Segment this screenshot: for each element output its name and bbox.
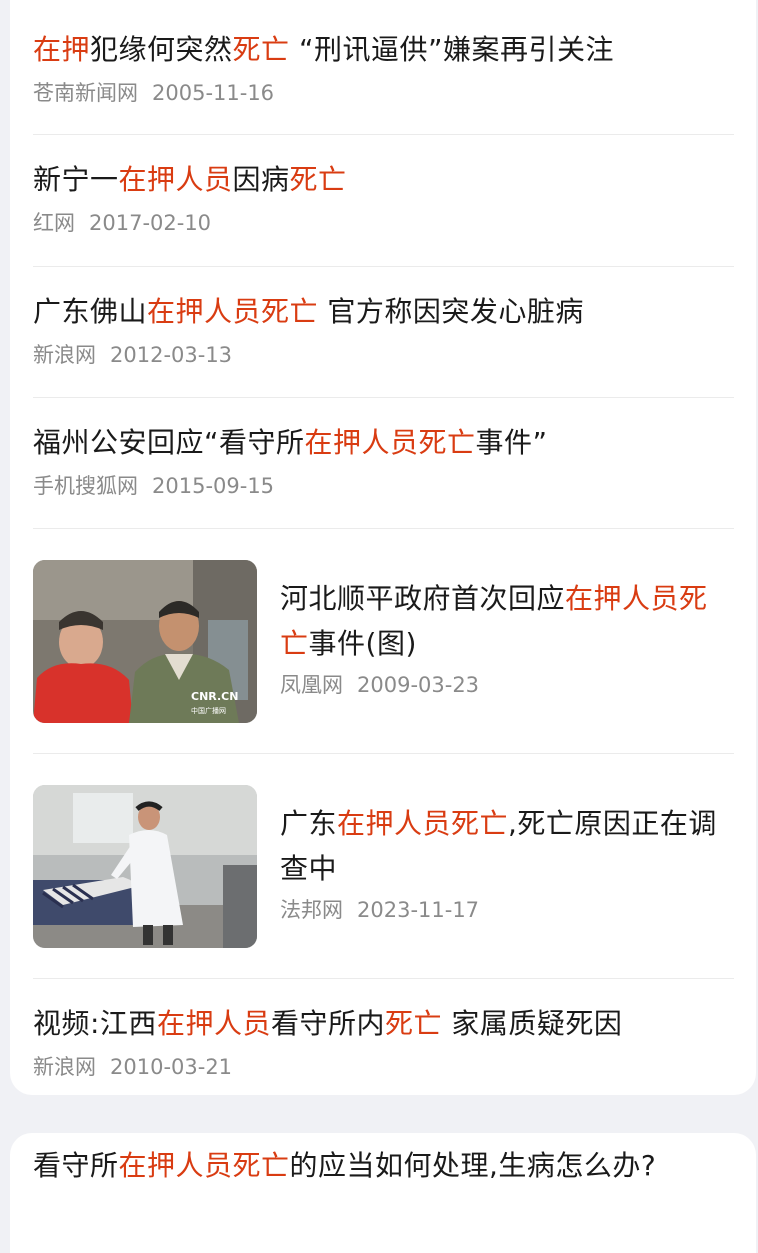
news-date: 2005-11-16 — [152, 81, 275, 105]
title-keyword-highlight: 死亡 — [289, 163, 347, 196]
news-title[interactable]: 新宁一在押人员因病死亡 — [33, 135, 734, 202]
news-date: 2023-11-17 — [357, 898, 480, 922]
related-question-card[interactable]: 看守所在押人员死亡的应当如何处理,生病怎么办? — [10, 1133, 756, 1253]
news-source: 凤凰网 — [280, 673, 343, 697]
news-source: 法邦网 — [280, 898, 343, 922]
title-keyword-highlight: 在押人员死亡 — [304, 426, 476, 459]
news-item[interactable]: 新宁一在押人员因病死亡 红网 2017-02-10 — [33, 135, 734, 267]
news-item-with-image[interactable]: CNR.CN 中国广播网 河北顺平政府首次回应在押人员死亡事件(图) 凤凰网 20… — [33, 529, 734, 754]
news-meta: 法邦网 2023-11-17 — [280, 895, 736, 925]
news-thumbnail[interactable] — [33, 785, 257, 948]
news-date: 2010-03-21 — [110, 1055, 233, 1079]
title-keyword-highlight: 死亡 — [232, 33, 290, 66]
news-item-with-image[interactable]: 广东在押人员死亡,死亡原因正在调查中 法邦网 2023-11-17 — [33, 754, 734, 979]
news-date: 2009-03-23 — [357, 673, 480, 697]
title-keyword-highlight: 在押人员 — [156, 1007, 271, 1040]
news-meta: 红网 2017-02-10 — [33, 208, 734, 238]
related-question-title[interactable]: 看守所在押人员死亡的应当如何处理,生病怎么办? — [33, 1133, 734, 1188]
title-text: 看守所 — [33, 1149, 119, 1182]
news-source: 新浪网 — [33, 1055, 96, 1079]
news-title[interactable]: 福州公安回应“看守所在押人员死亡事件” — [33, 398, 734, 465]
title-text: 新宁一 — [33, 163, 119, 196]
title-text: 河北顺平政府首次回应 — [280, 582, 566, 615]
news-title[interactable]: 河北顺平政府首次回应在押人员死亡事件(图) — [280, 576, 736, 666]
title-keyword-highlight: 在押人员死亡 — [337, 807, 509, 840]
title-text: 事件” — [475, 426, 548, 459]
title-text: 视频:江西 — [33, 1007, 157, 1040]
news-title[interactable]: 广东在押人员死亡,死亡原因正在调查中 — [280, 801, 736, 891]
thumbnail-image: CNR.CN 中国广播网 — [33, 560, 257, 723]
news-item[interactable]: 广东佛山在押人员死亡 官方称因突发心脏病 新浪网 2012-03-13 — [33, 267, 734, 398]
title-text: 福州公安回应“看守所 — [33, 426, 305, 459]
title-keyword-highlight: 在押人员死亡 — [118, 1149, 290, 1182]
title-keyword-highlight: 在押人员死亡 — [147, 295, 319, 328]
news-meta: 新浪网 2010-03-21 — [33, 1052, 734, 1082]
thumbnail-logo: CNR.CN — [191, 690, 238, 703]
title-text: “刑讯逼供”嫌案再引关注 — [289, 33, 614, 66]
news-meta: 新浪网 2012-03-13 — [33, 340, 734, 370]
title-keyword-highlight: 死亡 — [384, 1007, 442, 1040]
news-meta: 凤凰网 2009-03-23 — [280, 670, 736, 700]
news-title[interactable]: 在押犯缘何突然死亡 “刑讯逼供”嫌案再引关注 — [33, 0, 734, 72]
news-date: 2015-09-15 — [152, 474, 275, 498]
news-item[interactable]: 视频:江西在押人员看守所内死亡 家属质疑死因 新浪网 2010-03-21 — [33, 979, 734, 1095]
search-results-card: 在押犯缘何突然死亡 “刑讯逼供”嫌案再引关注 苍南新闻网 2005-11-16 新… — [10, 0, 756, 1095]
title-text: 因病 — [232, 163, 290, 196]
news-source: 新浪网 — [33, 343, 96, 367]
news-date: 2017-02-10 — [89, 211, 212, 235]
title-text: 官方称因突发心脏病 — [318, 295, 584, 328]
news-title[interactable]: 视频:江西在押人员看守所内死亡 家属质疑死因 — [33, 979, 734, 1046]
news-thumbnail[interactable]: CNR.CN 中国广播网 — [33, 560, 257, 723]
title-text: 看守所内 — [270, 1007, 385, 1040]
title-text: 犯缘何突然 — [90, 33, 233, 66]
news-meta: 手机搜狐网 2015-09-15 — [33, 471, 734, 501]
title-text: 广东佛山 — [33, 295, 148, 328]
news-source: 红网 — [33, 211, 75, 235]
title-keyword-highlight: 在押 — [33, 33, 91, 66]
title-text: 家属质疑死因 — [441, 1007, 623, 1040]
news-item[interactable]: 福州公安回应“看守所在押人员死亡事件” 手机搜狐网 2015-09-15 — [33, 398, 734, 529]
thumbnail-image — [33, 785, 257, 948]
title-text: 事件(图) — [308, 627, 417, 660]
title-keyword-highlight: 在押人员 — [118, 163, 233, 196]
news-source: 苍南新闻网 — [33, 81, 138, 105]
news-source: 手机搜狐网 — [33, 474, 138, 498]
news-item[interactable]: 在押犯缘何突然死亡 “刑讯逼供”嫌案再引关注 苍南新闻网 2005-11-16 — [33, 0, 734, 135]
thumbnail-logo-sub: 中国广播网 — [191, 706, 226, 715]
related-question[interactable]: 看守所在押人员死亡的应当如何处理,生病怎么办? — [33, 1133, 734, 1253]
news-date: 2012-03-13 — [110, 343, 233, 367]
news-meta: 苍南新闻网 2005-11-16 — [33, 78, 734, 108]
title-text: 广东 — [280, 807, 338, 840]
news-title[interactable]: 广东佛山在押人员死亡 官方称因突发心脏病 — [33, 267, 734, 334]
title-text: 的应当如何处理,生病怎么办? — [289, 1149, 657, 1182]
